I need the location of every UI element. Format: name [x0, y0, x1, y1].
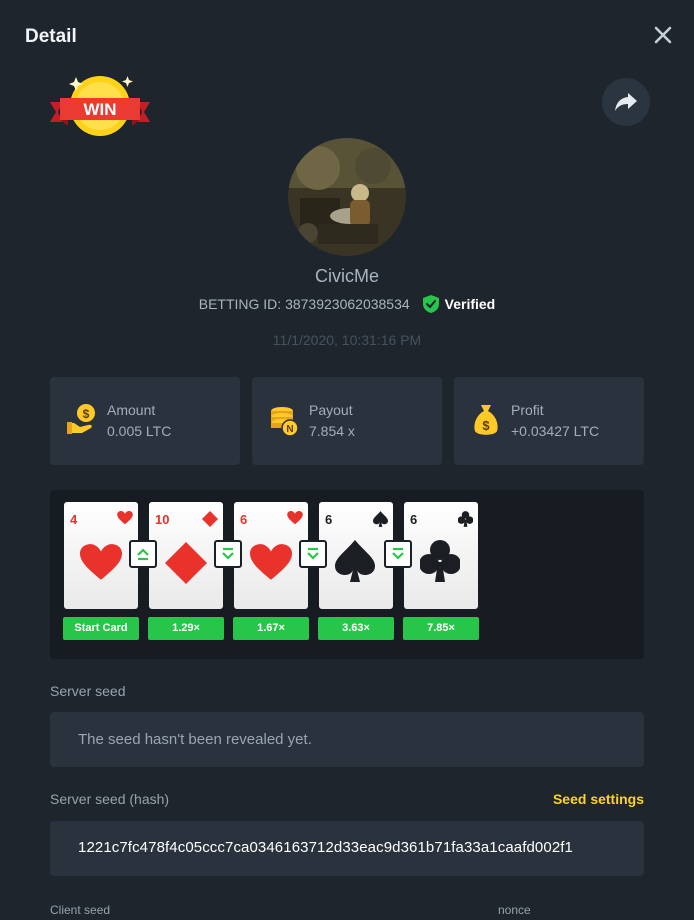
playing-card: 10	[149, 502, 223, 609]
card-rank: 10	[155, 512, 170, 527]
spade-icon	[335, 540, 375, 582]
heart-icon	[287, 511, 303, 525]
payout-label: Payout	[309, 402, 353, 418]
win-badge-text: WIN	[83, 100, 116, 119]
card-multiplier: 1.67×	[233, 617, 309, 640]
payout-card: N Payout 7.854 x	[252, 377, 442, 465]
amount-value: 0.005 LTC	[107, 423, 172, 439]
verified-badge: Verified	[422, 294, 496, 314]
coin-hand-icon: $	[67, 404, 95, 434]
page-title: Detail	[25, 26, 77, 47]
share-icon	[615, 93, 637, 111]
lower-arrow	[384, 540, 412, 568]
server-seed-hash-value: 1221c7fc478f4c05ccc7ca0346163712d33eac9d…	[78, 839, 573, 856]
playing-card: 6	[319, 502, 393, 609]
profit-value: +0.03427 LTC	[511, 423, 600, 439]
card-rank: 4	[70, 512, 78, 527]
diamond-icon	[165, 542, 207, 584]
spade-icon	[373, 511, 388, 527]
lower-arrow	[299, 540, 327, 568]
server-seed-label: Server seed	[50, 683, 126, 699]
close-button[interactable]	[652, 24, 674, 46]
club-icon	[458, 511, 473, 527]
verified-shield-icon	[422, 295, 439, 313]
higher-arrow	[129, 540, 157, 568]
money-bag-icon: $	[474, 405, 498, 435]
amount-label: Amount	[107, 402, 156, 418]
win-badge: WIN	[48, 72, 152, 142]
playing-card: 4	[64, 502, 138, 609]
diamond-icon	[202, 511, 218, 527]
chevron-up-icon	[137, 548, 149, 561]
client-seed-label: Client seed	[50, 903, 111, 917]
bet-timestamp: 11/1/2020, 10:31:16 PM	[272, 332, 422, 348]
profit-label: Profit	[511, 402, 544, 418]
card-rank: 6	[240, 512, 248, 527]
cards-history: 4 Start Card 10 1.29× 6 1.67× 6 3.63× 6 …	[50, 490, 644, 659]
card-multiplier: Start Card	[63, 617, 139, 640]
avatar	[288, 138, 406, 256]
chevron-down-icon	[392, 547, 404, 560]
chevron-down-icon	[222, 547, 234, 560]
coin-stack-icon: N	[271, 407, 299, 437]
profit-card: $ Profit +0.03427 LTC	[454, 377, 644, 465]
heart-icon	[117, 511, 133, 525]
card-rank: 6	[410, 512, 418, 527]
seed-settings-link[interactable]: Seed settings	[553, 791, 644, 807]
betting-id-row: BETTING ID: 3873923062038534 Verified	[0, 294, 694, 314]
server-seed-box: The seed hasn't been revealed yet.	[50, 712, 644, 767]
verified-label: Verified	[444, 296, 496, 312]
playing-card: 6	[404, 502, 478, 609]
amount-card: $ Amount 0.005 LTC	[50, 377, 240, 465]
lower-arrow	[214, 540, 242, 568]
card-multiplier: 3.63×	[318, 617, 394, 640]
betting-id-label: BETTING ID:	[198, 296, 282, 312]
heart-icon	[80, 544, 122, 580]
svg-text:$: $	[482, 418, 490, 433]
share-button[interactable]	[602, 78, 650, 126]
card-multiplier: 7.85×	[403, 617, 479, 640]
card-multiplier: 1.29×	[148, 617, 224, 640]
close-icon	[654, 26, 672, 44]
nonce-label: nonce	[498, 903, 531, 917]
betting-id-value: 3873923062038534	[285, 296, 410, 312]
server-seed-hash-box: 1221c7fc478f4c05ccc7ca0346163712d33eac9d…	[50, 821, 644, 876]
server-seed-message: The seed hasn't been revealed yet.	[78, 731, 312, 748]
svg-text:$: $	[83, 407, 90, 421]
card-rank: 6	[325, 512, 333, 527]
heart-icon	[250, 544, 292, 580]
svg-text:N: N	[286, 424, 293, 435]
username: CivicMe	[314, 266, 379, 286]
playing-card: 6	[234, 502, 308, 609]
club-icon	[420, 540, 460, 582]
payout-value: 7.854 x	[309, 423, 355, 439]
chevron-down-icon	[307, 547, 319, 560]
server-seed-hash-label: Server seed (hash)	[50, 791, 170, 807]
